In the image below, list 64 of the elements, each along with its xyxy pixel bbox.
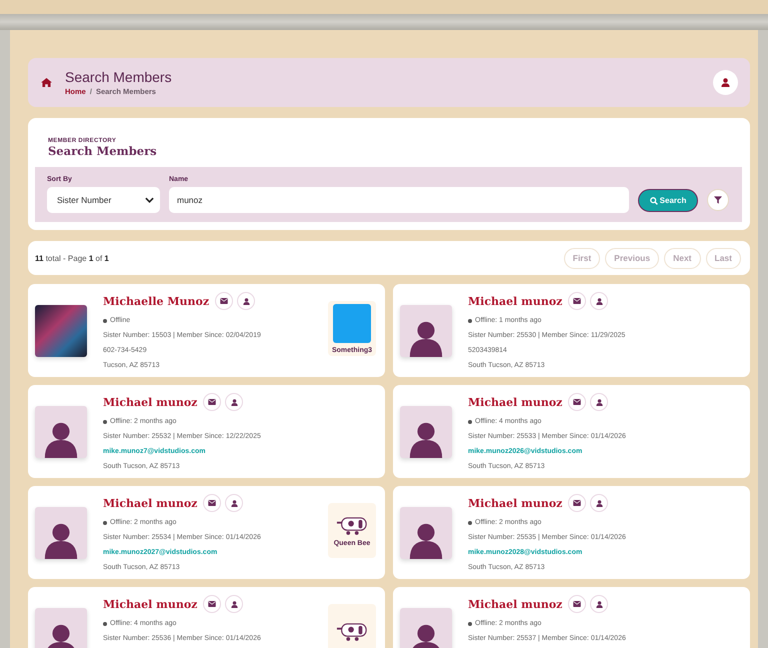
filter-icon <box>714 196 722 204</box>
member-name[interactable]: Michael munoz <box>468 496 562 510</box>
profile-button[interactable] <box>225 494 244 512</box>
message-button[interactable] <box>203 595 222 613</box>
envelope-icon <box>573 500 582 506</box>
member-name[interactable]: Michael munoz <box>468 396 562 408</box>
envelope-icon <box>220 298 228 304</box>
message-button[interactable] <box>215 292 234 310</box>
name-input[interactable]: munoz <box>169 187 629 213</box>
filter-button[interactable] <box>707 189 729 211</box>
profile-button[interactable] <box>590 494 608 512</box>
status-dot <box>468 420 472 424</box>
search-icon <box>650 196 658 204</box>
envelope-icon <box>573 298 582 304</box>
user-icon <box>596 500 603 506</box>
status-dot <box>468 318 472 322</box>
section-title: Search Members <box>47 144 158 158</box>
member-name[interactable]: Michael munoz <box>103 598 198 610</box>
envelope-icon <box>208 500 216 506</box>
trailer-icon <box>336 514 368 536</box>
status-dot <box>103 318 107 322</box>
profile-button[interactable] <box>225 393 244 411</box>
user-icon <box>230 500 238 506</box>
profile-button[interactable] <box>590 595 608 613</box>
chevron-down-icon <box>145 197 154 203</box>
message-button[interactable] <box>203 393 222 411</box>
message-button[interactable] <box>568 494 586 512</box>
status-dot <box>468 520 472 524</box>
profile-button[interactable] <box>225 595 244 613</box>
user-icon <box>721 78 730 87</box>
message-button[interactable] <box>203 494 222 512</box>
trailer-icon <box>336 621 368 642</box>
sort-select[interactable]: Sister Number <box>47 187 160 213</box>
user-menu-button[interactable] <box>713 70 738 95</box>
page-title: Search Members <box>65 68 173 86</box>
profile-button[interactable] <box>237 292 256 310</box>
envelope-icon <box>573 601 582 607</box>
photo-placeholder <box>333 304 371 342</box>
status-dot <box>468 622 472 626</box>
member-name[interactable]: Michael munoz <box>468 598 562 610</box>
member-name[interactable]: Michaelle Munoz <box>103 294 210 308</box>
status-dot <box>103 520 107 524</box>
member-name[interactable]: Michael munoz <box>468 294 562 308</box>
user-icon <box>230 600 238 608</box>
profile-button[interactable] <box>590 292 608 310</box>
member-name[interactable]: Michael munoz <box>103 396 198 408</box>
status-dot <box>103 622 107 626</box>
member-name[interactable]: Michael munoz <box>103 496 198 510</box>
profile-button[interactable] <box>590 393 608 411</box>
message-button[interactable] <box>568 595 586 613</box>
envelope-icon <box>573 399 582 405</box>
envelope-icon <box>208 601 216 607</box>
envelope-icon <box>208 399 216 405</box>
user-icon <box>596 298 603 304</box>
group-badge[interactable] <box>328 604 376 648</box>
user-icon <box>596 600 603 608</box>
home-icon[interactable] <box>41 78 52 87</box>
results-summary: 11 total - Page 1 of 1 <box>35 254 109 262</box>
status-dot <box>103 420 107 424</box>
message-button[interactable] <box>568 292 586 310</box>
message-button[interactable] <box>568 393 586 411</box>
user-icon <box>596 398 603 406</box>
user-icon <box>242 298 250 304</box>
user-icon <box>230 398 238 406</box>
